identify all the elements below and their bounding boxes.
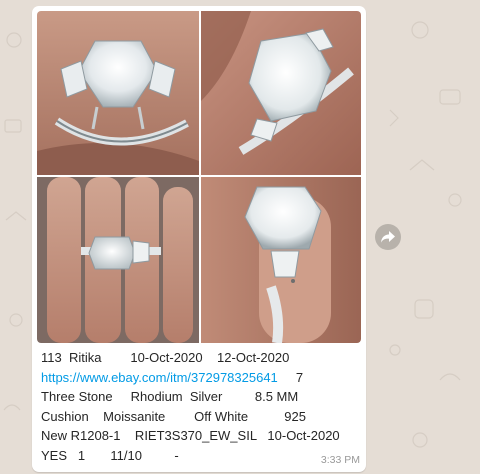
caption-line: Cushion Moissanite Off White 925 bbox=[41, 408, 306, 424]
message-bubble: 113 Ritika 10-Oct-2020 12-Oct-2020 https… bbox=[32, 6, 366, 472]
ring-photo-top-view[interactable] bbox=[201, 11, 361, 175]
ring-photo-on-hand[interactable] bbox=[37, 177, 199, 343]
forward-icon bbox=[381, 231, 395, 243]
message-timestamp: 3:33 PM bbox=[320, 454, 360, 466]
caption-line: Three Stone Rhodium Silver 8.5 MM bbox=[41, 389, 299, 404]
ebay-listing-link[interactable]: https://www.ebay.com/itm/372978325641 bbox=[41, 370, 278, 385]
photo-grid bbox=[37, 11, 361, 343]
caption-line: YES 1 11/10 - bbox=[41, 447, 179, 463]
caption-value: 7 bbox=[295, 369, 304, 385]
caption-line: 113 Ritika 10-Oct-2020 12-Oct-2020 bbox=[41, 350, 290, 365]
caption-line: New R1208-1 RIET3S370_EW_SIL 10-Oct-2020 bbox=[41, 428, 340, 443]
message-caption: 113 Ritika 10-Oct-2020 12-Oct-2020 https… bbox=[41, 348, 359, 465]
ring-photo-side-view[interactable] bbox=[37, 11, 199, 175]
forward-button[interactable] bbox=[375, 224, 401, 250]
ring-photo-angled-view[interactable] bbox=[201, 177, 361, 343]
caption-line-with-link: https://www.ebay.com/itm/372978325641 7 bbox=[41, 368, 359, 388]
